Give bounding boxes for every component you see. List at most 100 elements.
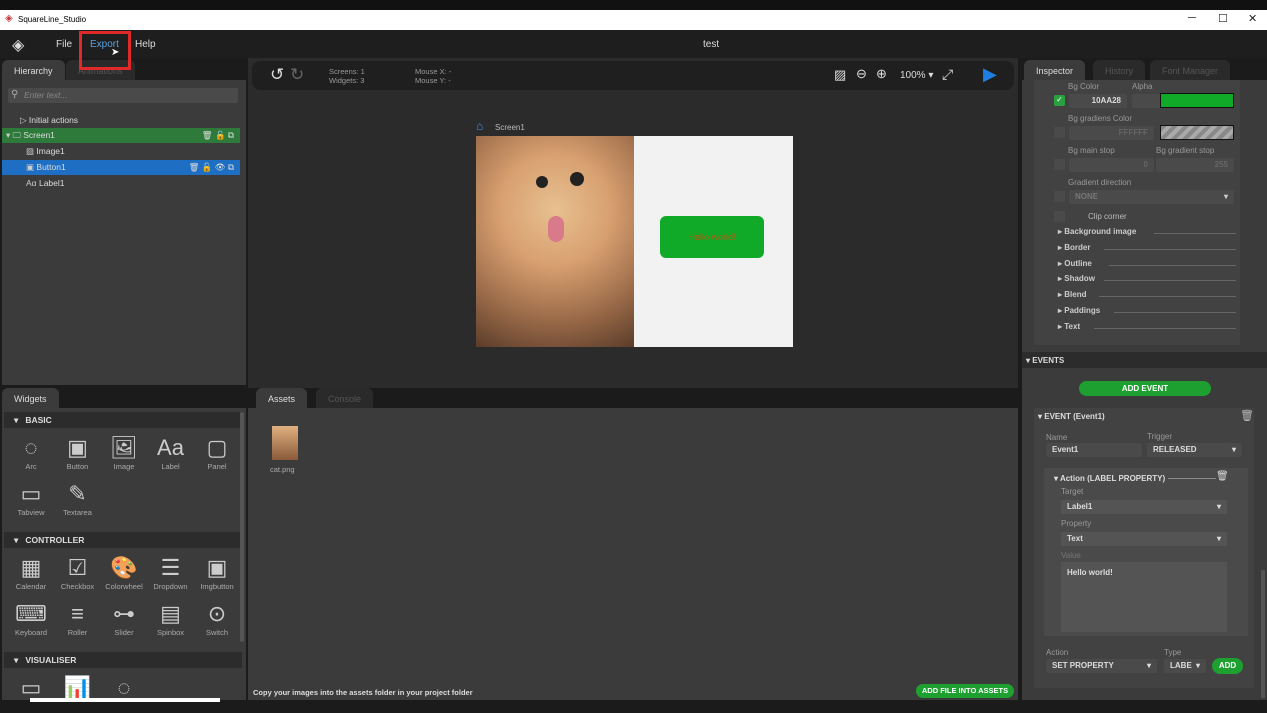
widget-spinner[interactable]: ◌Spinner [101,674,147,700]
widget-bar[interactable]: ▭Bar [8,674,54,700]
tree-label: Initial actions [28,115,79,125]
action-select[interactable]: SET PROPERTY ▾ [1046,659,1157,673]
collapsible-paddings[interactable]: ▸ Paddings [1058,306,1236,318]
tree-item-initial-actions[interactable]: ▷ Initial actions [2,113,240,128]
collapsible-text[interactable]: ▸ Text [1058,322,1236,334]
bg-color-checkbox[interactable]: ✓ [1054,95,1065,106]
cat-image[interactable] [476,136,634,347]
grad-swatch[interactable] [1160,125,1234,140]
delete-action-icon[interactable]: 🗑 [1216,471,1229,482]
widget-dropdown[interactable]: ☰ Dropdown [148,554,194,591]
unlock-icon[interactable]: 🔓 [215,130,226,140]
widget-label[interactable]: Aa Label [148,434,194,471]
collapsible-outline[interactable]: ▸ Outline [1058,259,1236,271]
image-icon: ▨ [26,146,35,156]
zoom-out-icon[interactable]: ⊖ [856,66,867,82]
grad-stop-input[interactable]: 255 [1156,158,1234,172]
delete-icon[interactable]: 🗑 [189,162,200,172]
widget-panel[interactable]: ▢ Panel [194,434,240,471]
property-select[interactable]: Text ▾ [1061,532,1227,546]
fit-screen-icon[interactable]: ⤢ [942,66,953,83]
chart-icon: 📊 [63,675,92,700]
maximize-button[interactable]: ☐ [1218,12,1228,25]
widget-chart[interactable]: 📊Chart [55,674,101,700]
tree-item-screen1[interactable]: ▾ 🖵 Screen1 🗑 🔓 ⧉ [2,128,240,143]
widget-textarea[interactable]: ✎ Textarea [55,480,101,517]
screen-preview[interactable]: Hello world! [476,136,793,347]
widget-switch[interactable]: ⊙ Switch [194,600,240,637]
widget-tabview[interactable]: ▭ Tabview [8,480,54,517]
grad-checkbox[interactable] [1054,127,1065,138]
widget-calendar[interactable]: ▦ Calendar [8,554,54,591]
type-select[interactable]: LABE ▾ [1164,659,1206,673]
widgets-scrollbar[interactable] [240,412,244,642]
play-icon[interactable]: ▶ [983,64,997,85]
tree-item-button1[interactable]: ▣ Button1 🗑 🔓 👁 ⧉ [2,160,240,175]
eye-icon[interactable]: 👁 [215,162,226,172]
section-basic[interactable]: ▾ BASIC [4,412,242,428]
bg-color-input[interactable]: 10AA28 [1069,94,1127,108]
events-header[interactable]: ▾ EVENTS [1022,352,1267,368]
collapsible-shadow[interactable]: ▸ Shadow [1058,274,1236,286]
collapsible-border[interactable]: ▸ Border [1058,243,1236,255]
search-input[interactable]: ⚲ Enter text... [8,88,238,103]
tab-widgets[interactable]: Widgets [2,388,59,408]
inspector-scrollbar[interactable] [1261,570,1265,698]
tab-console[interactable]: Console [316,388,374,408]
widget-image[interactable]: 🖼 Image [101,434,147,471]
redo-icon[interactable]: ↻ [290,65,304,85]
grad-color-input[interactable]: FFFFFF [1069,126,1154,140]
menu-help[interactable]: Help [135,39,156,50]
image-toggle-icon[interactable]: ▨ [834,67,846,83]
widget-roller[interactable]: ≡ Roller [55,600,101,637]
unlock-icon[interactable]: 🔓 [202,162,213,172]
collapsible-blend[interactable]: ▸ Blend [1058,290,1236,302]
widget-spinbox[interactable]: ▤ Spinbox [148,600,194,637]
section-visualiser[interactable]: ▾ VISUALISER [4,652,242,668]
collapsible-background-image[interactable]: ▸ Background image [1058,227,1236,239]
add-action-button[interactable]: ADD [1212,658,1243,674]
direction-select[interactable]: NONE ▾ [1069,190,1234,204]
tab-inspector[interactable]: Inspector [1024,60,1086,80]
tree-item-label1[interactable]: Aα Label1 [2,176,240,191]
tab-history[interactable]: History [1093,60,1146,80]
clip-checkbox[interactable] [1054,211,1065,222]
add-file-button[interactable]: ADD FILE INTO ASSETS [916,684,1014,698]
widget-colorwheel[interactable]: 🎨 Colorwheel [101,554,147,591]
close-button[interactable]: ✕ [1248,12,1257,25]
menu-file[interactable]: File [56,39,72,50]
widget-slider[interactable]: ⊶ Slider [101,600,147,637]
stop-checkbox[interactable] [1054,159,1065,170]
event-name-input[interactable]: Event1 [1046,443,1142,457]
zoom-select[interactable]: 100% ▾ [900,70,933,81]
section-controller[interactable]: ▾ CONTROLLER [4,532,242,548]
widget-arc[interactable]: ◌ Arc [8,434,54,471]
delete-event-icon[interactable]: 🗑 [1240,409,1254,422]
value-textarea[interactable]: Hello world! [1061,562,1227,632]
add-event-button[interactable]: ADD EVENT [1079,381,1211,396]
delete-icon[interactable]: 🗑 [202,130,213,140]
assets-panel: cat.png Copy your images into the assets… [248,408,1018,700]
direction-checkbox[interactable] [1054,191,1065,202]
tab-font-manager[interactable]: Font Manager [1150,60,1231,80]
widget-imgbutton[interactable]: ▣ Imgbutton [194,554,240,591]
asset-thumbnail[interactable] [272,426,298,460]
duplicate-icon[interactable]: ⧉ [228,162,234,172]
trigger-select[interactable]: RELEASED ▾ [1147,443,1242,457]
main-stop-input[interactable]: 0 [1069,158,1154,172]
widget-button[interactable]: ▣ Button [55,434,101,471]
widget-checkbox[interactable]: ☑ Checkbox [55,554,101,591]
zoom-in-icon[interactable]: ⊕ [876,66,887,82]
minimize-button[interactable]: ─ [1188,12,1196,24]
duplicate-icon[interactable]: ⧉ [228,130,234,140]
hello-world-button[interactable]: Hello world! [660,216,764,258]
main-stop-label: Bg main stop [1068,146,1115,155]
horizontal-scrollbar[interactable] [30,698,220,702]
undo-icon[interactable]: ↺ [270,65,284,85]
tab-hierarchy[interactable]: Hierarchy [2,60,65,80]
tree-item-image1[interactable]: ▨ Image1 [2,144,240,159]
tab-assets[interactable]: Assets [256,388,308,408]
widget-keyboard[interactable]: ⌨ Keyboard [8,600,54,637]
color-swatch[interactable] [1160,93,1234,108]
target-select[interactable]: Label1 ▾ [1061,500,1227,514]
